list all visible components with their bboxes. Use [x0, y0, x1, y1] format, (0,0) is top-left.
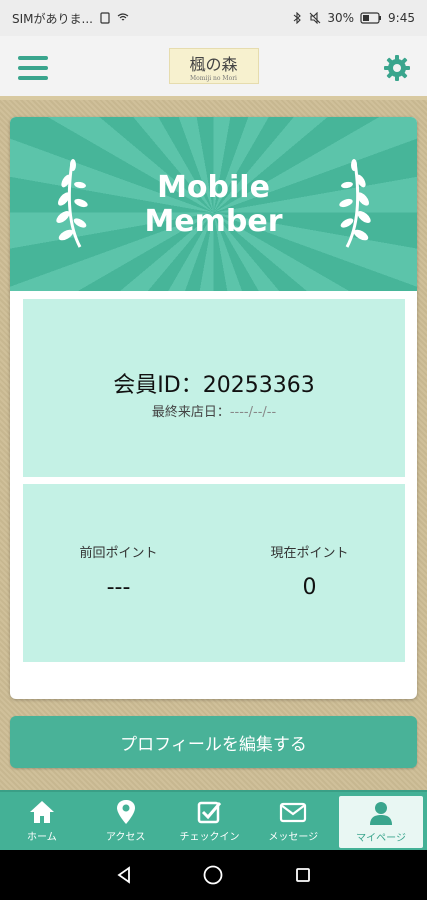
logo-subtext: Momiji no Mori — [190, 74, 237, 82]
battery-percent: 30% — [327, 11, 355, 25]
menu-bar — [18, 76, 48, 80]
member-banner: Mobile Member — [10, 117, 417, 291]
tab-mypage[interactable]: マイページ — [339, 796, 423, 848]
edit-profile-button[interactable]: プロフィールを編集する — [10, 716, 417, 768]
mute-icon — [309, 12, 321, 24]
menu-button[interactable] — [18, 56, 48, 80]
carrier-label: SIMがありま... — [12, 11, 93, 26]
member-id: 会員ID：20253363 — [113, 373, 315, 398]
last-visit-label: 最終来店日： — [151, 405, 230, 420]
banner-title-line2: Member — [144, 204, 283, 239]
battery-icon — [360, 12, 382, 24]
recents-icon[interactable] — [293, 865, 313, 885]
menu-bar — [18, 56, 48, 60]
app-header: 楓の森 Momiji no Mori — [0, 36, 427, 100]
banner-title-line1: Mobile — [157, 170, 270, 205]
tab-label: ホーム — [27, 832, 57, 843]
menu-bar — [18, 66, 48, 70]
system-nav-bar — [0, 850, 427, 900]
gear-icon[interactable] — [383, 54, 411, 82]
current-points: 現在ポイント 0 — [214, 542, 405, 600]
user-icon — [370, 802, 393, 825]
logo-text: 楓の森 — [189, 54, 238, 74]
wifi-icon — [117, 13, 129, 21]
current-points-value: 0 — [302, 575, 317, 600]
tab-home[interactable]: ホーム — [0, 792, 84, 850]
member-card: Mobile Member 会員ID：20253363 最終来店日：----/-… — [10, 117, 417, 699]
previous-points-value: --- — [106, 575, 131, 600]
clock: 9:45 — [388, 11, 415, 25]
sim-icon — [100, 12, 110, 24]
last-visit: 最終来店日：----/--/-- — [23, 401, 405, 420]
current-points-label: 現在ポイント — [270, 546, 349, 561]
app-logo: 楓の森 Momiji no Mori — [168, 48, 259, 84]
tab-label: マイページ — [356, 833, 406, 844]
previous-points: 前回ポイント --- — [23, 542, 214, 600]
tab-label: チェックイン — [179, 832, 240, 843]
status-bar: SIMがありま... 30% 9:45 — [0, 0, 427, 36]
map-pin-icon — [116, 800, 135, 824]
mail-icon — [280, 802, 307, 823]
tab-message[interactable]: メッセージ — [251, 792, 335, 850]
member-id-panel: 会員ID：20253363 最終来店日：----/--/-- — [23, 299, 405, 477]
points-panel: 前回ポイント --- 現在ポイント 0 — [23, 484, 405, 662]
tab-label: メッセージ — [268, 832, 319, 843]
home-icon — [29, 801, 54, 823]
bluetooth-icon — [294, 12, 302, 24]
previous-points-label: 前回ポイント — [79, 546, 158, 561]
home-circle-icon[interactable] — [202, 864, 224, 886]
tab-bar: ホーム アクセス チェックイン メッセージ マイページ — [0, 790, 427, 850]
tab-access[interactable]: アクセス — [84, 792, 168, 850]
back-icon[interactable] — [114, 865, 134, 885]
tab-checkin[interactable]: チェックイン — [168, 792, 252, 850]
checkin-icon — [198, 801, 222, 824]
tab-label: アクセス — [105, 832, 146, 843]
last-visit-value: ----/--/-- — [229, 405, 277, 420]
